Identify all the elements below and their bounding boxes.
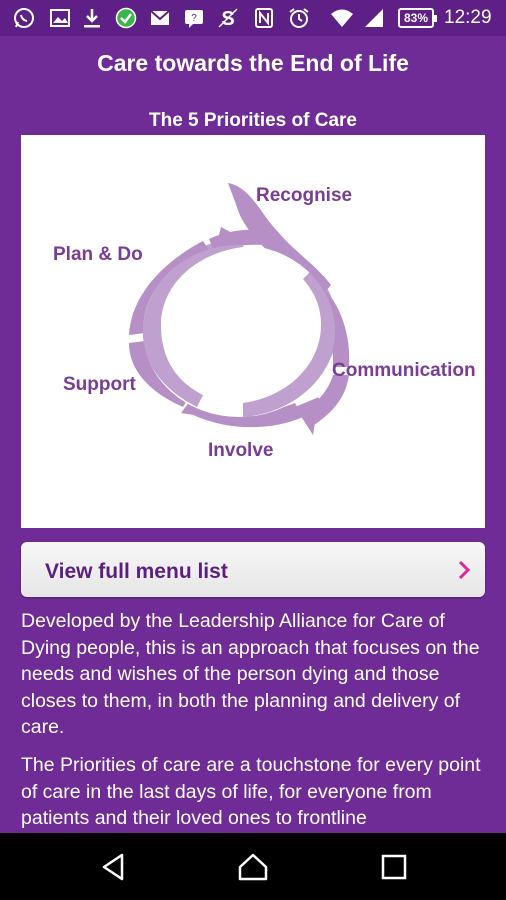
nfc-icon — [252, 6, 276, 30]
label-support: Support — [63, 374, 136, 395]
priorities-diagram: Recognise Plan & Do Support Communicatio… — [21, 135, 485, 528]
signal-icon — [362, 6, 386, 30]
battery-icon: 83% — [398, 8, 437, 28]
diagram-title: The 5 Priorities of Care — [148, 110, 357, 131]
gallery-icon — [48, 6, 72, 30]
label-involve: Involve — [208, 440, 274, 461]
page-title: Care towards the End of Life — [97, 50, 409, 76]
mail-icon — [148, 6, 172, 30]
svg-text:?: ? — [191, 13, 197, 24]
description-paragraph-1: Developed by the Leadership Alliance for… — [21, 610, 480, 738]
cycle-arrows-graphic — [129, 183, 350, 435]
recents-icon[interactable] — [378, 851, 410, 883]
clock: 12:29 — [444, 7, 492, 28]
whatsapp-icon — [12, 6, 36, 30]
alarm-icon — [287, 6, 311, 30]
label-plan-do: Plan & Do — [53, 244, 143, 265]
view-full-menu-button[interactable]: View full menu list — [21, 542, 485, 597]
wifi-icon — [330, 6, 354, 30]
chevron-right-icon — [454, 560, 474, 580]
status-bar: ? S 83% 12:29 — [0, 0, 506, 36]
navigation-bar — [0, 833, 506, 900]
check-circle-icon — [114, 6, 138, 30]
label-communication: Communication — [332, 360, 476, 381]
label-recognise: Recognise — [256, 185, 353, 206]
back-icon[interactable] — [98, 851, 130, 883]
chat-icon: ? — [182, 6, 206, 30]
download-icon — [80, 6, 104, 30]
description-paragraph-2: The Priorities of care are a touchstone … — [21, 754, 481, 829]
s-app-icon: S — [216, 6, 240, 30]
view-full-menu-label: View full menu list — [45, 560, 228, 583]
home-icon[interactable] — [237, 851, 269, 883]
